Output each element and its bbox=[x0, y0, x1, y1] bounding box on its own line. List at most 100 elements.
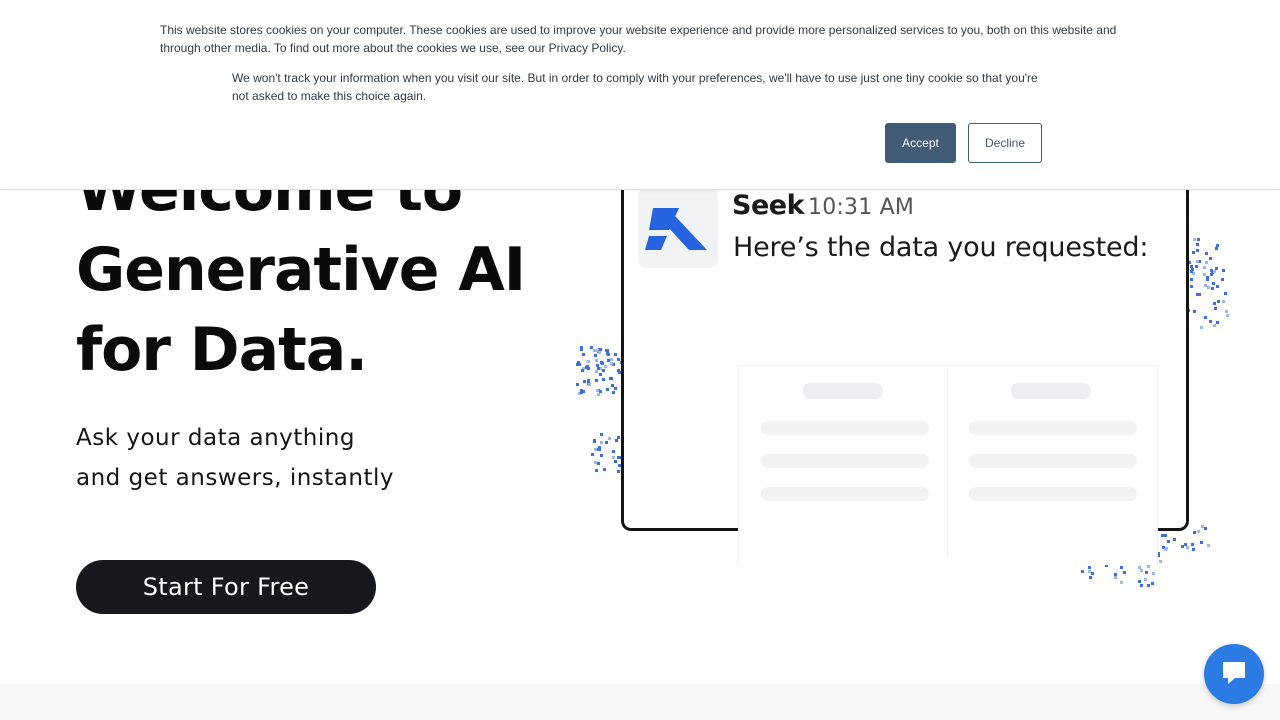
next-section-band bbox=[0, 684, 1280, 720]
map-dot bbox=[1159, 560, 1162, 563]
message-time: 10:31 AM bbox=[808, 195, 915, 220]
map-dot bbox=[1196, 243, 1199, 246]
map-dot bbox=[600, 361, 603, 364]
map-dot bbox=[1222, 300, 1225, 303]
map-dot bbox=[1184, 543, 1187, 546]
hero-title-line: Generative AI bbox=[76, 235, 526, 305]
map-dot bbox=[594, 461, 597, 464]
map-dot bbox=[1204, 316, 1207, 319]
map-dot bbox=[596, 389, 599, 392]
map-dot bbox=[1216, 244, 1219, 247]
map-dot bbox=[1200, 326, 1203, 329]
table-divider bbox=[947, 366, 948, 556]
map-dot bbox=[1193, 238, 1196, 241]
map-dot bbox=[1144, 578, 1147, 581]
map-dot bbox=[614, 353, 617, 356]
map-dot bbox=[1204, 527, 1207, 530]
map-dot bbox=[617, 358, 620, 361]
map-dot bbox=[614, 387, 617, 390]
map-dot bbox=[1197, 238, 1200, 241]
map-dot bbox=[1225, 310, 1228, 313]
map-dot bbox=[1191, 543, 1194, 546]
map-dot bbox=[587, 360, 590, 363]
map-dot bbox=[583, 380, 586, 383]
table-cell-placeholder bbox=[969, 454, 1137, 468]
map-dot bbox=[605, 441, 608, 444]
map-dot bbox=[591, 453, 594, 456]
map-dot bbox=[1222, 269, 1225, 272]
map-dot bbox=[1203, 273, 1206, 276]
map-dot bbox=[1213, 270, 1216, 273]
hero-subtitle-line: Ask your data anything bbox=[76, 425, 355, 451]
map-dot bbox=[598, 446, 601, 449]
map-dot bbox=[1114, 576, 1117, 579]
map-dot bbox=[600, 433, 603, 436]
start-for-free-button[interactable]: Start For Free bbox=[76, 560, 376, 614]
map-dot bbox=[603, 468, 606, 471]
map-dot bbox=[1206, 278, 1209, 281]
map-dot bbox=[1214, 307, 1217, 310]
map-dot bbox=[602, 369, 605, 372]
map-dot bbox=[602, 378, 605, 381]
map-dot bbox=[1205, 261, 1208, 264]
message-text: Here’s the data you requested: bbox=[733, 232, 1149, 263]
map-dot bbox=[1213, 302, 1216, 305]
map-dot bbox=[1196, 293, 1199, 296]
map-dot bbox=[1151, 582, 1154, 585]
map-dot bbox=[604, 365, 607, 368]
map-dot bbox=[1123, 571, 1126, 574]
map-dot bbox=[1140, 569, 1143, 572]
chat-launcher-button[interactable] bbox=[1204, 644, 1264, 704]
map-dot bbox=[1147, 565, 1150, 568]
map-dot bbox=[1152, 572, 1155, 575]
map-dot bbox=[597, 462, 600, 465]
table-cell-placeholder bbox=[761, 454, 929, 468]
map-dot bbox=[615, 439, 618, 442]
map-dot bbox=[1213, 324, 1216, 327]
table-cell-placeholder bbox=[969, 421, 1137, 435]
map-dot bbox=[612, 450, 615, 453]
map-dot bbox=[1114, 573, 1117, 576]
map-dot bbox=[1216, 285, 1219, 288]
table-cell-placeholder bbox=[761, 487, 929, 501]
map-dot bbox=[1211, 287, 1214, 290]
map-dot bbox=[1209, 257, 1212, 260]
chat-bubble-icon bbox=[1219, 658, 1249, 691]
map-dot bbox=[576, 383, 579, 386]
map-dot bbox=[1186, 546, 1189, 549]
map-dot bbox=[612, 456, 615, 459]
map-dot bbox=[609, 377, 612, 380]
map-dot bbox=[617, 436, 620, 439]
seek-logo-icon bbox=[638, 188, 718, 268]
map-dot bbox=[1212, 282, 1215, 285]
cookie-banner: This website stores cookies on your comp… bbox=[0, 0, 1280, 190]
map-dot bbox=[1207, 286, 1210, 289]
map-dot bbox=[1138, 580, 1141, 583]
map-dot bbox=[611, 384, 614, 387]
map-dot bbox=[595, 359, 598, 362]
map-dot bbox=[1191, 268, 1194, 271]
map-dot bbox=[586, 365, 589, 368]
map-dot bbox=[1147, 584, 1150, 587]
map-dot bbox=[595, 370, 598, 373]
decline-cookies-button[interactable]: Decline bbox=[968, 123, 1042, 163]
map-dot bbox=[1089, 576, 1092, 579]
map-dot bbox=[1217, 300, 1220, 303]
map-dot bbox=[1205, 252, 1208, 255]
map-dot bbox=[1091, 572, 1094, 575]
map-dot bbox=[610, 362, 613, 365]
map-dot bbox=[606, 388, 609, 391]
map-dot bbox=[597, 393, 600, 396]
map-dot bbox=[1197, 530, 1200, 533]
map-dot bbox=[596, 349, 599, 352]
map-dot bbox=[1192, 251, 1195, 254]
accept-cookies-button[interactable]: Accept bbox=[885, 123, 956, 163]
map-dot bbox=[582, 390, 585, 393]
map-dot bbox=[1167, 540, 1170, 543]
map-dot bbox=[605, 349, 608, 352]
map-dot bbox=[1173, 538, 1176, 541]
map-dot bbox=[1224, 292, 1227, 295]
map-dot bbox=[1140, 584, 1143, 587]
map-dot bbox=[595, 379, 598, 382]
data-table-placeholder bbox=[738, 365, 1158, 565]
